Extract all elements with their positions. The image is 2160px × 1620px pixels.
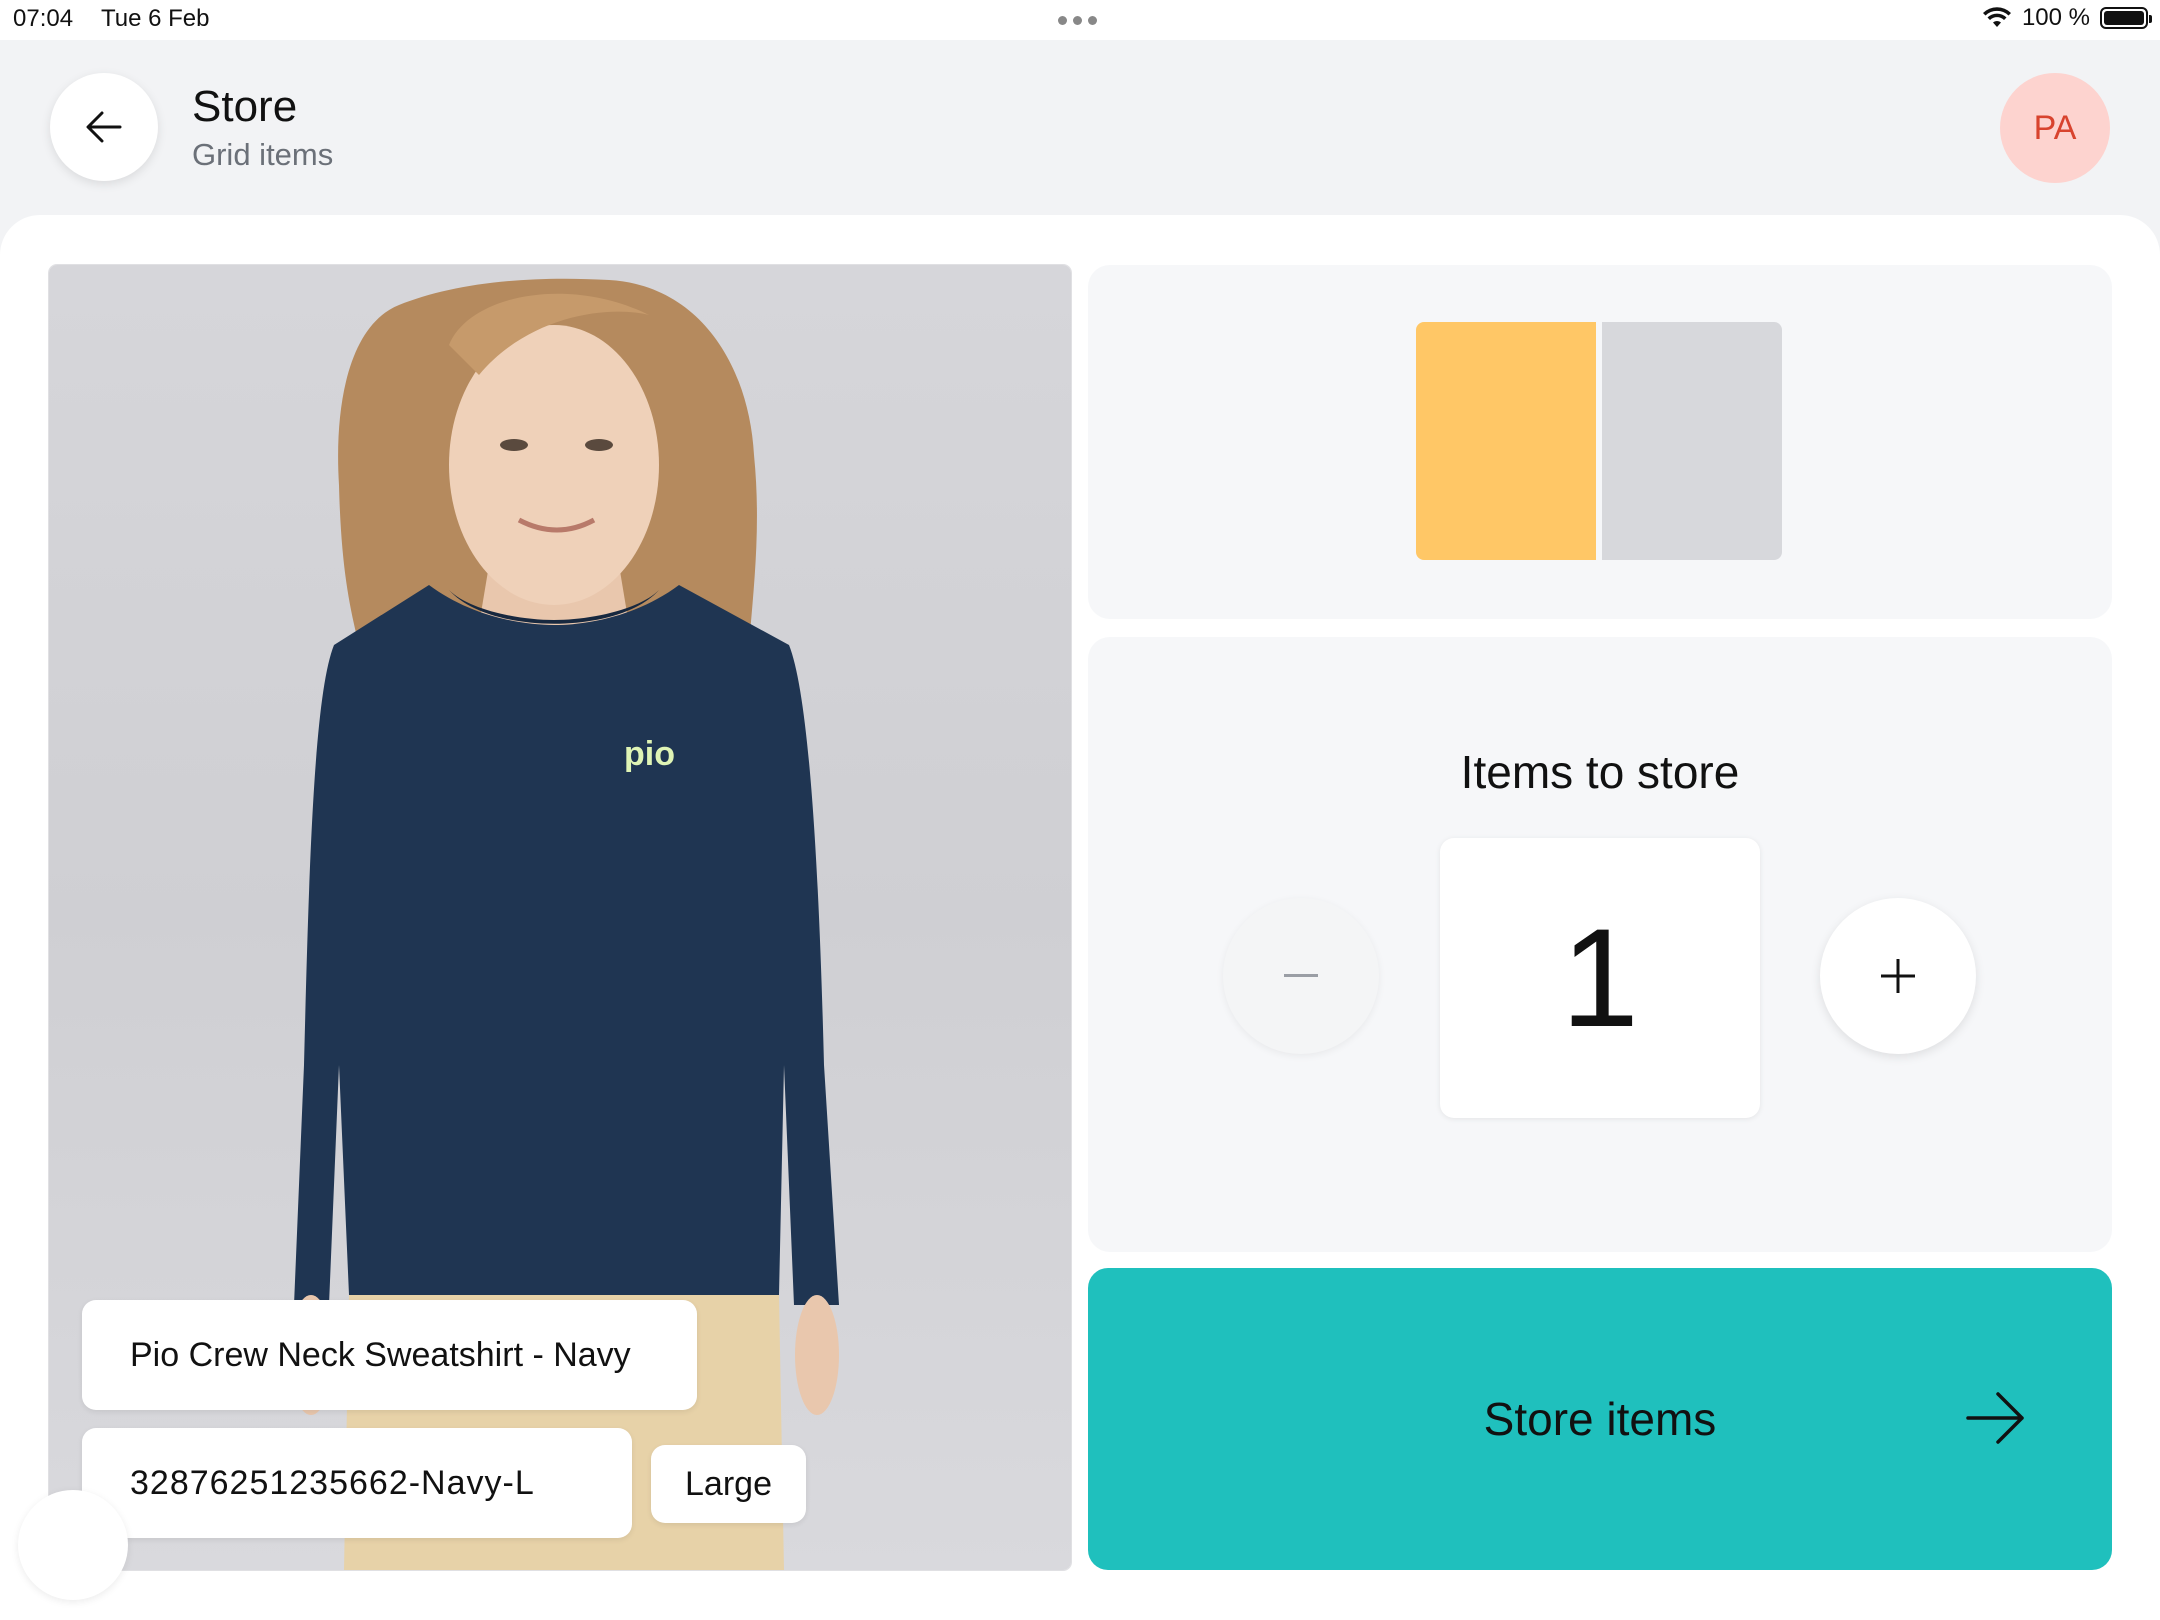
product-logo: pio (624, 735, 675, 773)
minus-icon (1284, 974, 1318, 977)
grid-cell-selected[interactable] (1416, 322, 1596, 560)
status-date: Tue 6 Feb (101, 5, 210, 32)
decrement-button[interactable] (1223, 898, 1379, 1054)
back-button[interactable] (50, 73, 158, 181)
product-sku: 32876251235662-Navy-L (130, 1463, 535, 1502)
quantity-value[interactable]: 1 (1440, 838, 1760, 1118)
status-indicators: 100 % (1982, 4, 2152, 32)
plus-icon (1881, 959, 1915, 993)
product-name-tag: Pio Crew Neck Sweatshirt - Navy (82, 1300, 697, 1410)
store-items-label: Store items (1483, 1393, 1717, 1445)
status-time: 07:04 (13, 5, 74, 32)
wifi-icon (1982, 7, 2011, 27)
arrow-right-icon (1966, 1392, 2024, 1444)
battery-icon (2100, 7, 2152, 29)
multitasking-dots-icon[interactable] (1058, 16, 1097, 25)
arrow-left-icon (86, 111, 122, 143)
grid-cell-empty[interactable] (1602, 322, 1782, 560)
product-size: Large (685, 1464, 772, 1503)
grid-panel (1088, 265, 2112, 619)
floating-bubble[interactable] (18, 1490, 128, 1600)
increment-button[interactable] (1820, 898, 1976, 1054)
page-title: Store (192, 82, 298, 131)
page-subtitle: Grid items (192, 137, 334, 172)
product-sku-tag: 32876251235662-Navy-L (82, 1428, 632, 1538)
battery-percentage: 100 % (2021, 4, 2090, 31)
user-avatar[interactable]: PA (2000, 73, 2110, 183)
product-size-tag: Large (651, 1445, 806, 1523)
quantity-label: Items to store (1460, 746, 1740, 798)
status-bar: 07:04 Tue 6 Feb 100 % (0, 0, 2160, 40)
product-name: Pio Crew Neck Sweatshirt - Navy (130, 1335, 631, 1374)
store-items-button[interactable]: Store items (1088, 1268, 2112, 1570)
